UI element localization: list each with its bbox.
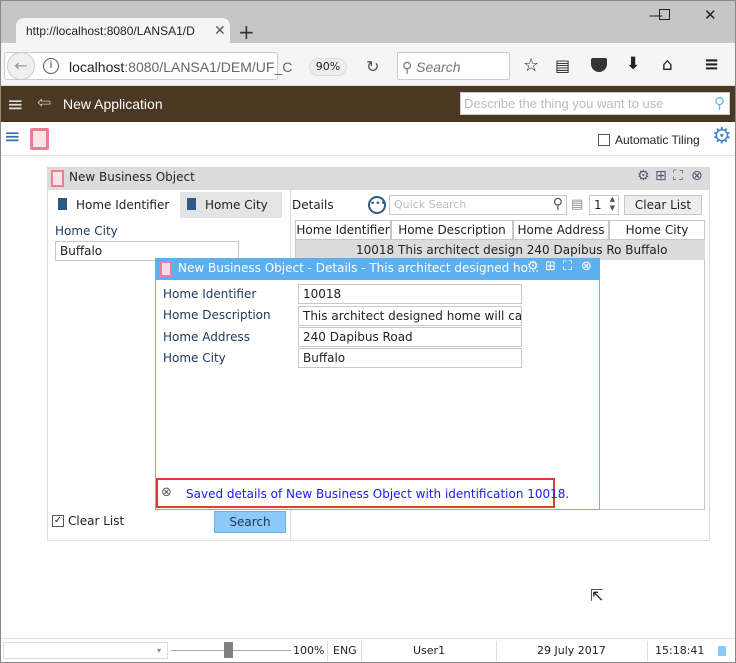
document-icon[interactable] [30,128,49,150]
automatic-tiling-label: Automatic Tiling [615,133,700,147]
maximize-icon[interactable] [659,9,670,20]
quick-search-input[interactable]: Quick Search ⚲ [389,195,567,215]
more-options-icon[interactable]: ••• [368,196,386,214]
home-address-input[interactable]: 240 Dapibus Road [298,327,522,347]
zoom-slider-handle[interactable] [224,642,233,658]
url-bar[interactable]: ← i localhost:8080/LANSA1/DEM/UF_C 90% [4,52,347,80]
details-label: Details [292,198,334,212]
close-icon[interactable]: ⊗ [581,259,592,274]
home-description-input[interactable]: This architect designed home will capti [298,306,522,326]
field-label: Home Address [163,330,251,344]
date: 29 July 2017 [537,644,606,657]
tab-label: Home Identifier [76,198,170,212]
message-text: Saved details of New Business Object wit… [186,487,570,501]
document-icon [51,170,64,187]
status-dropdown[interactable]: ▾ [3,642,168,659]
column-header[interactable]: Home Address [513,220,609,240]
home-identifier-input[interactable]: 10018 [298,284,522,304]
maximize-panel-icon[interactable]: ⛶ [673,168,683,184]
column-header[interactable]: Home City [609,220,705,240]
cell: 240 Dapibus Ro [526,243,622,257]
close-tab-icon[interactable]: ✕ [214,22,226,39]
zoom-badge[interactable]: 90% [309,58,347,76]
tab-home-identifier[interactable]: Home Identifier [52,192,180,218]
bookmark-star-icon[interactable]: ☆ [523,55,539,76]
info-icon[interactable]: i [43,58,59,74]
app-header: ≡ ⇦ New Application Describe the thing y… [1,86,735,122]
back-icon[interactable]: ← [7,52,35,80]
dismiss-message-icon[interactable]: ⊗ [161,485,172,500]
new-tab-icon[interactable]: + [238,20,255,44]
gear-icon[interactable]: ⚙ [637,168,650,184]
maximize-icon[interactable]: ⛶ [563,259,572,274]
window-close-icon[interactable]: ✕ [704,6,717,24]
cell: Buffalo [625,243,668,257]
language: ENG [333,644,357,657]
menu-icon[interactable]: ≡ [704,54,719,75]
home-city-label: Home City [55,224,118,238]
print-icon[interactable]: ▤ [571,197,583,212]
hamburger-icon[interactable]: ≡ [7,92,24,116]
clear-list-checkbox[interactable]: ✓ [52,515,64,527]
app-search-input[interactable]: Describe the thing you want to use ⚲ [460,92,730,115]
zoom-level: 100% [293,644,325,657]
dialog-title-bar[interactable]: New Business Object - Details - This arc… [155,258,600,280]
field-label: Home Identifier [163,287,257,301]
quick-search-placeholder: Quick Search [394,198,467,211]
clear-list-label: Clear List [68,514,125,528]
document-icon [58,198,67,210]
field-label: Home Description [163,308,271,322]
cell: 10018 [356,243,395,257]
tab-home-city[interactable]: Home City [180,192,282,218]
home-city-input[interactable]: Buffalo [298,348,522,368]
column-header[interactable]: Home Identifier [295,220,391,240]
reading-list-icon[interactable]: ▤ [555,56,570,75]
reload-icon[interactable]: ↻ [366,57,379,76]
home-icon[interactable]: ⌂ [662,55,673,75]
field-label: Home City [163,351,226,365]
back-arrow-icon[interactable]: ⇦ [37,93,51,113]
tile-icon[interactable]: ⊞ [655,168,667,184]
status-message: ⊗ Saved details of New Business Object w… [156,478,569,508]
column-header[interactable]: Home Description [391,220,513,240]
page-value: 1 [594,198,602,212]
dialog-title: New Business Object - Details - This arc… [178,261,540,275]
search-placeholder: Search [416,59,461,75]
table-row[interactable]: 10018 This architect design 240 Dapibus … [296,240,705,260]
tab-title: http://localhost:8080/LANSA1/D [26,24,195,38]
status-bar: ▾ 100% ENG User1 29 July 2017 15:18:41 [1,638,735,662]
search-button[interactable]: Search [214,511,286,533]
url-host: localhost [69,59,125,75]
time: 15:18:41 [655,644,705,657]
search-icon[interactable]: ⚲ [714,94,725,112]
user-name: User1 [413,644,446,657]
list-menu-icon[interactable]: ≡ [4,124,21,148]
browser-search[interactable]: ⚲ Search [397,52,510,80]
document-icon [187,198,196,210]
download-icon[interactable]: ⬇ [626,54,640,74]
status-indicator [718,646,726,656]
page-stepper[interactable]: 1 ▲ ▼ [589,195,619,215]
mouse-cursor-icon: ⇱ [590,586,604,605]
browser-tab[interactable]: http://localhost:8080/LANSA1/D ✕ [16,18,230,44]
document-icon [160,261,172,277]
panel-title-bar: New Business Object ⚙ ⊞ ⛶ ⊗ [47,167,710,190]
sub-toolbar: ≡ Automatic Tiling ⚙ [1,122,735,156]
settings-gear-icon[interactable]: ⚙ [712,124,732,149]
clear-list-button[interactable]: Clear List [624,195,702,215]
search-icon[interactable]: ⚲ [553,196,563,212]
automatic-tiling-checkbox[interactable] [598,134,610,146]
url-path: :8080/LANSA1/DEM/UF_C [124,59,293,75]
app-search-placeholder: Describe the thing you want to use [464,96,664,111]
panel-title: New Business Object [69,170,195,184]
search-icon: ⚲ [402,59,417,75]
tab-label: Home City [205,198,268,212]
tile-icon[interactable]: ⊞ [545,259,556,274]
app-title: New Application [63,96,163,112]
close-panel-icon[interactable]: ⊗ [691,168,703,184]
cell: This architect design [398,243,523,257]
gear-icon[interactable]: ⚙ [527,259,539,274]
